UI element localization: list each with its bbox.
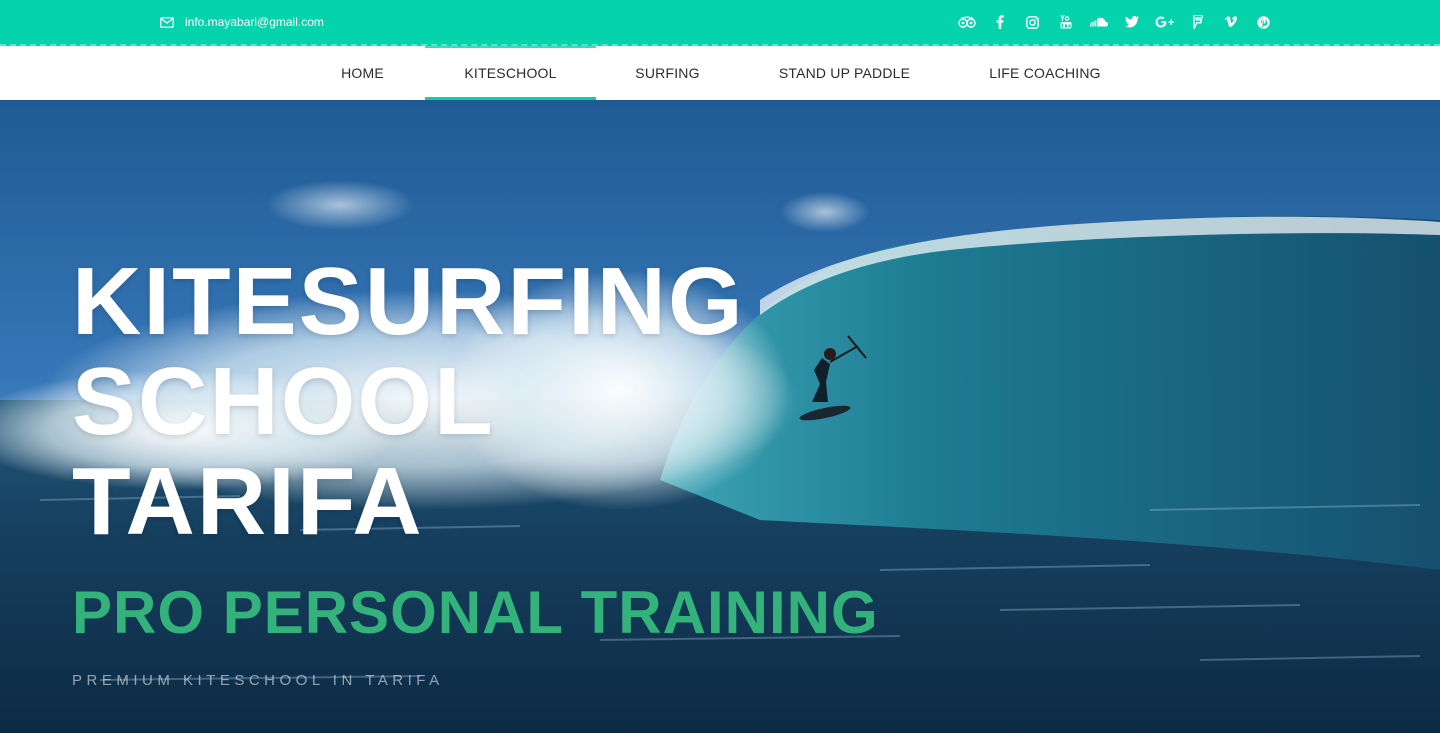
nav-item-home[interactable]: HOME <box>322 46 403 100</box>
hero-title-line-1: KITESURFING <box>72 248 745 355</box>
hero-subtitle: PRO PERSONAL TRAINING <box>72 579 879 646</box>
hero-banner: KITESURFING SCHOOL TARIFA PRO PERSONAL T… <box>0 100 1440 733</box>
facebook-icon[interactable] <box>983 0 1016 44</box>
envelope-icon <box>160 16 174 28</box>
nav-item-kiteschool[interactable]: KITESCHOOL <box>425 46 596 100</box>
pinterest-icon[interactable] <box>1247 0 1280 44</box>
youtube-icon[interactable] <box>1049 0 1082 44</box>
contact-email[interactable]: info.mayabari@gmail.com <box>160 0 324 44</box>
top-bar: info.mayabari@gmail.com <box>0 0 1440 46</box>
nav-item-life-coaching[interactable]: LIFE COACHING <box>970 46 1120 100</box>
main-navigation: HOME KITESCHOOL SURFING STAND UP PADDLE … <box>0 46 1440 101</box>
hero-title-line-2: SCHOOL <box>72 348 495 455</box>
foursquare-icon[interactable] <box>1181 0 1214 44</box>
vimeo-icon[interactable] <box>1214 0 1247 44</box>
nav-item-surfing[interactable]: SURFING <box>616 46 719 100</box>
hero-title-line-3: TARIFA <box>72 448 424 555</box>
social-links <box>950 0 1280 44</box>
hero-tagline: PREMIUM KITESCHOOL IN TARIFA <box>72 672 444 689</box>
google-plus-icon[interactable] <box>1148 0 1181 44</box>
tripadvisor-icon[interactable] <box>950 0 983 44</box>
twitter-icon[interactable] <box>1115 0 1148 44</box>
soundcloud-icon[interactable] <box>1082 0 1115 44</box>
instagram-icon[interactable] <box>1016 0 1049 44</box>
nav-item-stand-up-paddle[interactable]: STAND UP PADDLE <box>759 46 930 100</box>
email-text: info.mayabari@gmail.com <box>185 15 324 29</box>
